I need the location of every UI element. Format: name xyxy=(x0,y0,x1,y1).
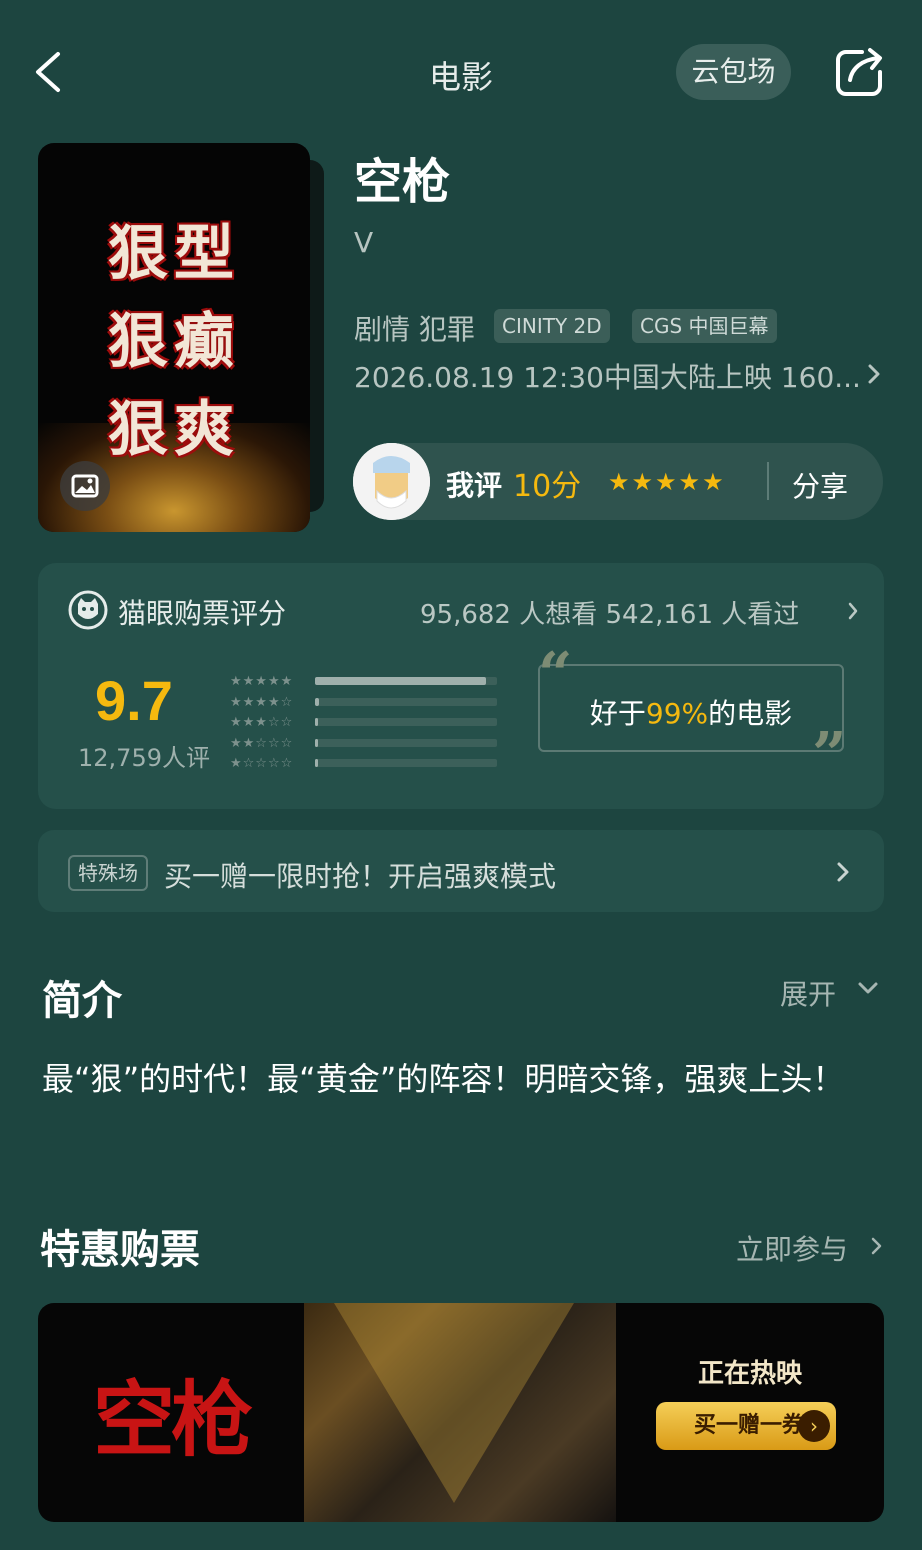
share-button[interactable]: 分享 xyxy=(792,465,848,505)
banner-logo: 空枪 xyxy=(93,1372,253,1468)
distribution-bar xyxy=(315,698,319,706)
promo-text: 买一赠一限时抢！开启强爽模式 xyxy=(164,860,557,893)
comparison-value: 99% xyxy=(645,697,709,730)
movie-subtitle: V xyxy=(354,226,374,259)
avatar xyxy=(353,443,430,520)
chevron-down-icon[interactable] xyxy=(856,978,880,998)
format-tag: CGS 中国巨幕 xyxy=(632,309,777,343)
distribution-stars: ★☆☆☆☆ xyxy=(230,756,294,771)
movie-title: 空枪 xyxy=(354,154,451,210)
poster-line: 狠癫 xyxy=(108,307,240,377)
movie-genres: 剧情 犯罪 xyxy=(354,313,475,346)
release-info[interactable]: 2026.08.19 12:30中国大陆上映 160... xyxy=(354,356,861,396)
maoyan-cat-icon xyxy=(68,590,108,630)
distribution-bar xyxy=(315,677,486,685)
distribution-bar xyxy=(315,759,318,767)
movie-poster[interactable]: 狠型 狠癫 狠爽 xyxy=(38,143,310,532)
share-icon[interactable] xyxy=(832,44,888,100)
intro-text: 最“狠”的时代！最“黄金”的阵容！明暗交锋，强爽上头！ xyxy=(42,1060,845,1098)
chevron-right-icon xyxy=(868,364,880,384)
overall-score: 9.7 xyxy=(95,669,173,732)
arrow-right-icon: › xyxy=(798,1410,830,1442)
join-now-link[interactable]: 立即参与 xyxy=(736,1228,848,1268)
distribution-stars: ★★★☆☆ xyxy=(230,715,294,730)
distribution-bar-track xyxy=(315,739,497,747)
private-screening-button[interactable]: 云包场 xyxy=(676,44,791,100)
distribution-bar-track xyxy=(315,759,497,767)
distribution-stars: ★★☆☆☆ xyxy=(230,736,294,751)
special-screening-tag: 特殊场 xyxy=(68,855,148,891)
my-rating-label: 我评 xyxy=(446,469,503,502)
divider xyxy=(767,462,769,500)
format-tag: CINITY 2D xyxy=(494,309,610,343)
gallery-button[interactable] xyxy=(60,461,110,511)
image-icon xyxy=(71,474,99,498)
banner-photo xyxy=(304,1303,616,1522)
banner-now-showing: 正在热映 xyxy=(698,1359,803,1389)
promo-banner[interactable]: 空枪 正在热映 买一赠一券 › xyxy=(38,1303,884,1522)
distribution-bar xyxy=(315,718,318,726)
distribution-stars: ★★★★☆ xyxy=(230,695,294,710)
distribution-bar xyxy=(315,739,318,747)
deals-title: 特惠购票 xyxy=(40,1227,200,1273)
rating-card-title: 猫眼购票评分 xyxy=(118,597,287,630)
audience-counts[interactable]: 95,682 人想看 542,161 人看过 xyxy=(420,594,799,631)
my-rating-stars: ★★★★★ xyxy=(608,468,726,496)
poster-line: 狠爽 xyxy=(108,395,240,465)
expand-button[interactable]: 展开 xyxy=(780,973,836,1013)
chevron-right-icon xyxy=(837,862,849,882)
my-rating-score: 10分 xyxy=(513,469,582,504)
chevron-right-icon xyxy=(871,1237,882,1255)
chevron-right-icon xyxy=(848,602,858,620)
poster-line: 狠型 xyxy=(108,219,240,289)
rating-count: 12,759人评 xyxy=(78,744,210,772)
distribution-bar-track xyxy=(315,698,497,706)
distribution-stars: ★★★★★ xyxy=(230,674,294,689)
intro-title: 简介 xyxy=(42,978,122,1024)
comparison-text: 好于99%的电影 xyxy=(589,697,793,730)
distribution-bar-track xyxy=(315,718,497,726)
